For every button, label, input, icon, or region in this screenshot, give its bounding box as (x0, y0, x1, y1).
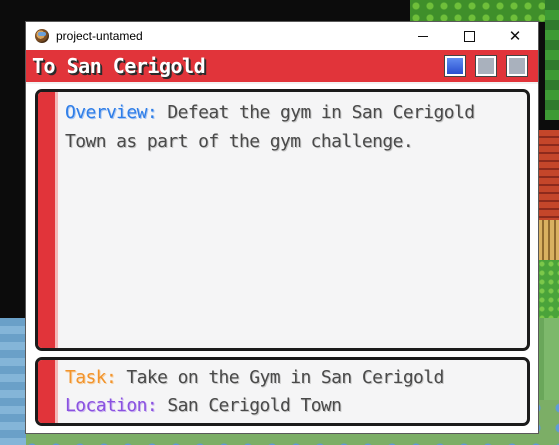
close-icon: ✕ (508, 26, 522, 45)
close-button[interactable]: ✕ (492, 22, 538, 50)
window-title: project-untamed (56, 29, 143, 43)
fence-tiles (538, 220, 559, 260)
tree-tiles (545, 0, 559, 120)
location-text: San Cerigold Town (157, 395, 342, 416)
grass-tiles (410, 0, 559, 22)
quest-body: Overview: Defeat the gym in San Cerigold… (26, 84, 538, 433)
app-window: project-untamed ✕ To San Cerigold Overvi… (26, 22, 538, 433)
overview-panel: Overview: Defeat the gym in San Cerigold… (35, 89, 530, 351)
water-strip (0, 318, 26, 445)
house-roof-tiles (538, 130, 559, 220)
maximize-button[interactable] (446, 22, 492, 50)
page-2-button[interactable] (476, 56, 496, 76)
pokeball-icon (35, 29, 49, 43)
task-row: Task: Take on the Gym in San Cerigold (65, 364, 513, 392)
quest-title: To San Cerigold (32, 54, 206, 78)
details-paragraph: Task: Take on the Gym in San Cerigold Lo… (38, 360, 527, 420)
overview-label: Overview: (65, 102, 158, 123)
minimize-icon (418, 35, 428, 37)
details-panel: Task: Take on the Gym in San Cerigold Lo… (35, 357, 530, 426)
overview-paragraph: Overview: Defeat the gym in San Cerigold… (38, 92, 527, 156)
location-label: Location: (65, 395, 158, 416)
minimize-button[interactable] (400, 22, 446, 50)
page-3-button[interactable] (507, 56, 527, 76)
maximize-icon (463, 30, 475, 42)
window-titlebar[interactable]: project-untamed ✕ (26, 22, 538, 50)
quest-header: To San Cerigold (26, 50, 538, 84)
page-1-button[interactable] (445, 56, 465, 76)
task-text: Take on the Gym in San Cerigold (116, 367, 444, 388)
location-row: Location: San Cerigold Town (65, 392, 513, 420)
task-label: Task: (65, 367, 117, 388)
